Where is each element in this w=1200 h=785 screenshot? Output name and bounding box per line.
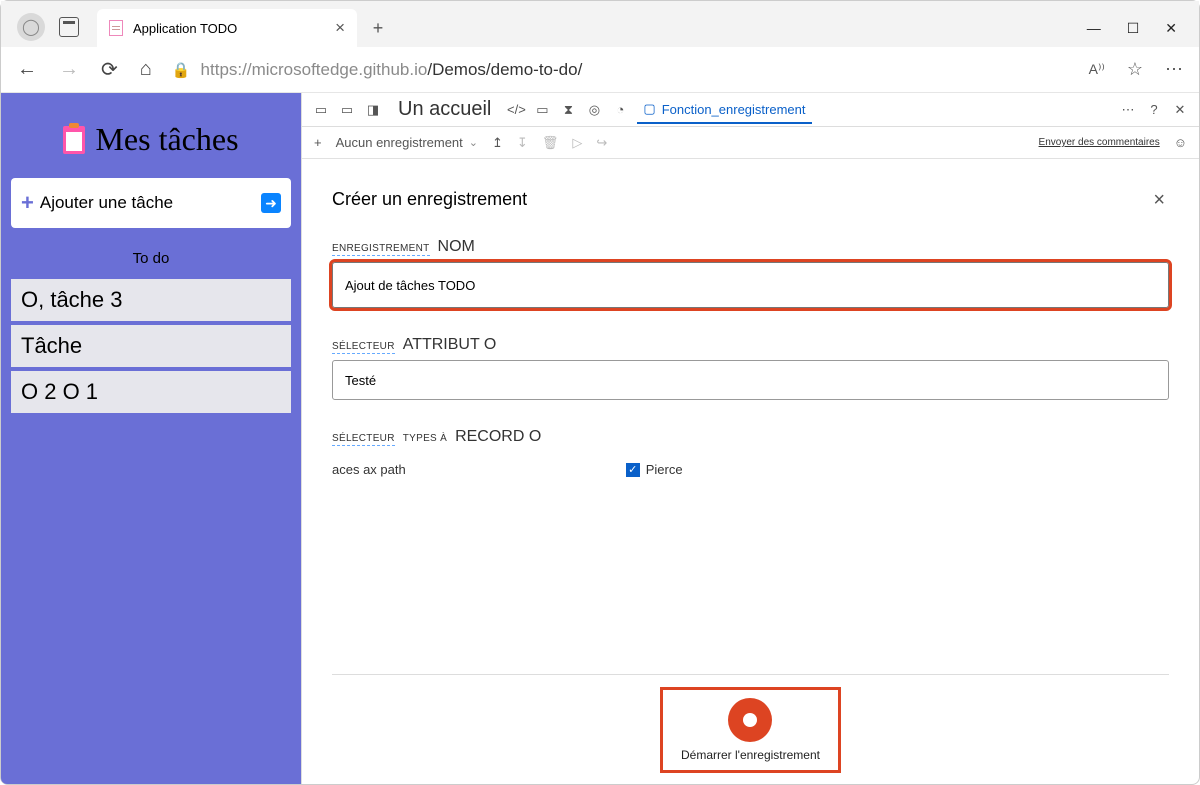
window-maximize-button[interactable]: ☐ xyxy=(1127,20,1140,37)
help-icon[interactable]: ? xyxy=(1145,101,1163,119)
close-panel-icon[interactable]: × xyxy=(1153,189,1165,212)
section-heading: To do xyxy=(11,250,291,267)
new-tab-button[interactable]: + xyxy=(363,13,393,43)
panel-title: Créer un enregistrement xyxy=(332,189,1169,210)
recording-name-input[interactable] xyxy=(332,262,1169,308)
more-icon[interactable]: ⋯ xyxy=(1165,59,1183,80)
recorder-toolbar: + Aucun enregistrement ⌄ ↥ ↧ 🗑 ▷ ↪ Envoy… xyxy=(302,127,1199,159)
back-button[interactable]: ← xyxy=(17,58,37,81)
dock-icon[interactable]: ◨ xyxy=(364,101,382,119)
label-selector: SÉLECTEUR xyxy=(332,341,395,354)
console-icon[interactable]: ▭ xyxy=(533,101,551,119)
recording-select[interactable]: Aucun enregistrement ⌄ xyxy=(336,135,478,150)
checkbox-pierce[interactable]: ✓ Pierce xyxy=(626,462,683,477)
send-feedback-link[interactable]: Envoyer des commentaires xyxy=(1039,137,1160,148)
favorite-icon[interactable]: ☆ xyxy=(1127,59,1143,80)
selector-attribute-input[interactable] xyxy=(332,360,1169,400)
inspect-icon[interactable]: ▭ xyxy=(312,101,330,119)
add-task-label: Ajouter une tâche xyxy=(40,193,173,213)
replay-settings-icon[interactable]: ↪ xyxy=(596,135,607,151)
devtools-tabstrip: ▭ ▭ ◨ Un accueil </> ▭ ⧗ ◎ ◔ ▢ Fonction_… xyxy=(302,93,1199,127)
performance-icon[interactable]: ◔ xyxy=(611,101,629,119)
app-sidebar: Mes tâches + Ajouter une tâche ➜ To do O… xyxy=(1,93,301,784)
checkbox-aria[interactable]: aces ax path xyxy=(332,462,406,477)
play-icon[interactable]: ▷ xyxy=(572,135,582,151)
label-record: RECORD O xyxy=(455,428,541,446)
add-recording-icon[interactable]: + xyxy=(314,135,322,150)
label-types: TYPES À xyxy=(403,433,447,444)
chevron-down-icon: ⌄ xyxy=(469,136,478,149)
checkbox-checked-icon: ✓ xyxy=(626,463,640,477)
forward-button: → xyxy=(59,58,79,81)
clipboard-icon xyxy=(63,126,85,154)
tab-recorder[interactable]: ▢ Fonction_enregistrement xyxy=(637,95,811,124)
profile-avatar[interactable]: ◯ xyxy=(17,13,45,41)
close-tab-icon[interactable]: × xyxy=(335,18,345,38)
feedback-emoji-icon[interactable]: ☺ xyxy=(1174,135,1187,150)
label-selector2: SÉLECTEUR xyxy=(332,433,395,446)
start-recording-button[interactable] xyxy=(728,698,772,742)
camera-icon: ▢ xyxy=(643,101,655,117)
more-tabs-icon[interactable]: ⋯ xyxy=(1119,101,1137,119)
network-icon[interactable]: ◎ xyxy=(585,101,603,119)
sources-icon[interactable]: ⧗ xyxy=(559,101,577,119)
task-item[interactable]: Tâche xyxy=(11,325,291,367)
add-task-bar[interactable]: + Ajouter une tâche ➜ xyxy=(11,178,291,228)
import-icon[interactable]: ↧ xyxy=(517,135,528,151)
home-button[interactable]: ⌂ xyxy=(140,58,152,81)
address-bar[interactable]: 🔒 https://microsoftedge.github.io/Demos/… xyxy=(172,60,1069,80)
start-recording-highlight: Démarrer l'enregistrement xyxy=(660,687,841,773)
device-icon[interactable]: ▭ xyxy=(338,101,356,119)
plus-icon: + xyxy=(21,190,34,216)
page-title: Mes tâches xyxy=(11,121,291,158)
delete-icon[interactable]: 🗑 xyxy=(542,135,559,151)
tab-actions-icon[interactable] xyxy=(59,17,79,37)
refresh-button[interactable]: ⟳ xyxy=(101,57,118,82)
elements-icon[interactable]: </> xyxy=(507,101,525,119)
start-recording-label: Démarrer l'enregistrement xyxy=(681,748,820,762)
favicon-icon xyxy=(109,20,123,36)
label-name: NOM xyxy=(438,238,475,256)
close-devtools-icon[interactable]: ✕ xyxy=(1171,101,1189,119)
tab-title: Application TODO xyxy=(133,21,237,36)
label-recording: ENREGISTREMENT xyxy=(332,243,430,256)
task-item[interactable]: O 2 O 1 xyxy=(11,371,291,413)
export-icon[interactable]: ↥ xyxy=(492,135,503,151)
lock-icon: 🔒 xyxy=(172,61,191,79)
window-minimize-button[interactable]: — xyxy=(1087,20,1101,37)
task-item[interactable]: O, tâche 3 xyxy=(11,279,291,321)
submit-arrow-icon[interactable]: ➜ xyxy=(261,193,281,213)
browser-tab[interactable]: Application TODO × xyxy=(97,9,357,47)
label-attribute: ATTRIBUT O xyxy=(403,336,497,354)
tab-welcome[interactable]: Un accueil xyxy=(390,98,499,121)
read-aloud-icon[interactable]: A⁾⁾ xyxy=(1089,61,1105,78)
window-close-button[interactable]: ✕ xyxy=(1165,20,1177,37)
